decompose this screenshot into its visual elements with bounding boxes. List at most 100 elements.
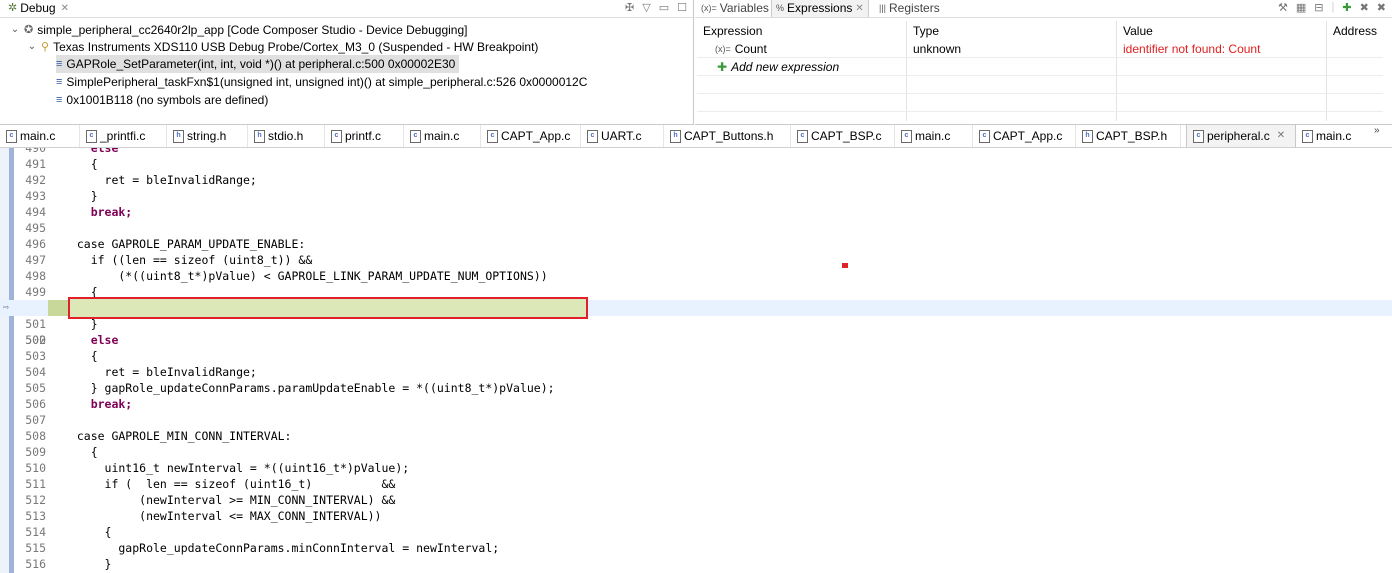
editor-tab-active[interactable]: c peripheral.c ✕ <box>1186 125 1296 147</box>
editor-tab[interactable]: h CAPT_BSP.h <box>1076 125 1181 147</box>
code-line: 507 <box>0 412 1392 428</box>
editor-tab-label: UART.c <box>601 129 642 143</box>
code-line: 513 (newInterval <= MAX_CONN_INTERVAL)) <box>0 508 1392 524</box>
editor-tab-label: main.c <box>20 129 56 143</box>
column-header-type[interactable]: Type <box>907 22 1117 40</box>
code-line: 496 case GAPROLE_PARAM_UPDATE_ENABLE: <box>0 236 1392 252</box>
editor-tab[interactable]: h stdio.h <box>248 125 325 147</box>
expression-value: identifier not found: Count <box>1123 42 1261 56</box>
column-header-value[interactable]: Value <box>1117 22 1327 40</box>
close-icon[interactable]: ✕ <box>1277 125 1285 147</box>
c-file-icon: c <box>86 129 97 143</box>
code-text: ret = bleInvalidRange; <box>63 365 257 379</box>
line-number: 493 <box>25 189 46 203</box>
code-line: 503 { <box>0 348 1392 364</box>
code-line: 491 { <box>0 156 1392 172</box>
code-text: case GAPROLE_MIN_CONN_INTERVAL: <box>63 429 292 443</box>
add-icon[interactable]: ✚ <box>1342 1 1351 14</box>
expanded-icon[interactable]: ⌄ <box>27 38 37 56</box>
editor-tab[interactable]: c main.c <box>404 125 481 147</box>
collapse-icon[interactable]: ⊟ <box>1314 1 1323 14</box>
editor-tab[interactable]: c _printfi.c <box>80 125 167 147</box>
line-number: 494 <box>25 205 46 219</box>
editor-tab[interactable]: c CAPT_BSP.c <box>791 125 895 147</box>
editor-tab[interactable]: c main.c <box>895 125 973 147</box>
code-line: 498 (*((uint8_t*)pValue) < GAPROLE_LINK_… <box>0 268 1392 284</box>
c-file-icon: c <box>487 129 498 143</box>
tree-item-frame[interactable]: ≡ SimplePeripheral_taskFxn$1(unsigned in… <box>56 73 587 91</box>
editor-tab-label: main.c <box>424 129 460 143</box>
show-type-icon[interactable]: ⚒ <box>1278 1 1288 14</box>
h-file-icon: h <box>254 129 265 143</box>
editor-tab-label: CAPT_App.c <box>993 129 1063 143</box>
editor-tab-label: main.c <box>1316 129 1352 143</box>
tree-item-session[interactable]: ⌄ ✪ simple_peripheral_cc2640r2lp_app [Co… <box>10 21 468 39</box>
editor-tab[interactable]: c main.c <box>1296 125 1366 147</box>
line-number: 516 <box>25 557 46 571</box>
line-number: 510 <box>25 461 46 475</box>
remove-all-icon[interactable]: ✖ <box>1377 1 1386 14</box>
code-line: 516 } <box>0 556 1392 572</box>
remove-icon[interactable]: ✖ <box>1360 1 1369 14</box>
view-menu-icon[interactable]: ▽ <box>642 1 650 14</box>
code-line: 515 gapRole_updateConnParams.minConnInte… <box>0 540 1392 556</box>
line-number: 495 <box>25 221 46 235</box>
code-line: 492 ret = bleInvalidRange; <box>0 172 1392 188</box>
editor-tab-label: printf.c <box>345 129 382 143</box>
layout-icon[interactable]: ▦ <box>1296 1 1306 14</box>
code-text: if ((len == sizeof (uint8_t)) && <box>63 253 313 267</box>
code-text: gapRole_updateConnParams.minConnInterval… <box>63 541 500 555</box>
tab-overflow-icon[interactable]: » <box>1374 125 1380 136</box>
code-line: 508 case GAPROLE_MIN_CONN_INTERVAL: <box>0 428 1392 444</box>
editor-tab-label: CAPT_BSP.h <box>1096 129 1168 143</box>
plus-icon: ✚ <box>717 60 728 74</box>
tab-variables[interactable]: (x)= Variables <box>697 0 773 17</box>
expanded-icon[interactable]: ⌄ <box>10 21 20 39</box>
row-divider <box>697 75 1383 76</box>
tab-expressions[interactable]: % Expressions ✕ <box>771 0 869 17</box>
tab-variables-label: Variables <box>719 1 769 15</box>
editor-tab[interactable]: c UART.c <box>581 125 664 147</box>
tree-item-thread[interactable]: ⌄ ⚲ Texas Instruments XDS110 USB Debug P… <box>27 38 539 56</box>
debug-toolbar: ✠ ▽ ▭ ☐ <box>625 1 687 14</box>
code-text: { <box>63 445 98 459</box>
code-line: 502 else <box>0 332 1392 348</box>
tab-registers-label: Registers <box>889 1 940 15</box>
line-number: 492 <box>25 173 46 187</box>
column-header-address[interactable]: Address <box>1327 22 1392 40</box>
editor-tab[interactable]: h string.h <box>167 125 248 147</box>
red-marker <box>842 263 848 268</box>
add-expression-row[interactable]: ✚ Add new expression <box>697 58 907 76</box>
line-number: 513 <box>25 509 46 523</box>
code-text: uint16_t newInterval = *((uint16_t*)pVal… <box>63 461 410 475</box>
editor-tab[interactable]: c printf.c <box>325 125 404 147</box>
code-line: 509 { <box>0 444 1392 460</box>
h-file-icon: h <box>670 129 681 143</box>
line-number: 491 <box>25 157 46 171</box>
line-number: 509 <box>25 445 46 459</box>
column-header-expression[interactable]: Expression <box>697 22 907 40</box>
code-text: } <box>63 189 98 203</box>
c-file-icon: c <box>410 129 421 143</box>
code-text: { <box>63 525 112 539</box>
editor-tab[interactable]: c CAPT_App.c <box>481 125 581 147</box>
minimize-icon[interactable]: ▭ <box>659 1 669 14</box>
code-editor[interactable]: 490 else 491 { 492 ret = bleInvalidRange… <box>0 148 1392 573</box>
tree-item-frame[interactable]: ≡ 0x1001B118 (no symbols are defined) <box>56 91 268 109</box>
tree-item-frame-selected[interactable]: ≡ GAPRole_SetParameter(int, int, void *)… <box>56 55 460 73</box>
close-icon[interactable]: ✕ <box>61 0 69 17</box>
editor-tab[interactable]: c CAPT_App.c <box>973 125 1076 147</box>
expression-row[interactable]: (x)= Count <box>697 40 907 58</box>
maximize-icon[interactable]: ☐ <box>677 1 687 14</box>
code-line: 495 <box>0 220 1392 236</box>
close-icon[interactable]: ✕ <box>855 0 863 17</box>
remove-terminated-icon[interactable]: ✠ <box>625 1 634 14</box>
editor-tab[interactable]: c main.c <box>0 125 80 147</box>
tab-debug[interactable]: ✲ Debug ✕ <box>4 0 73 17</box>
code-line: 510 uint16_t newInterval = *((uint16_t*)… <box>0 460 1392 476</box>
line-number: 515 <box>25 541 46 555</box>
code-text: (*((uint8_t*)pValue) < GAPROLE_LINK_PARA… <box>63 269 548 283</box>
editor-tab[interactable]: h CAPT_Buttons.h <box>664 125 791 147</box>
line-number: 499 <box>25 285 46 299</box>
tab-registers[interactable]: ||| Registers <box>875 0 944 17</box>
